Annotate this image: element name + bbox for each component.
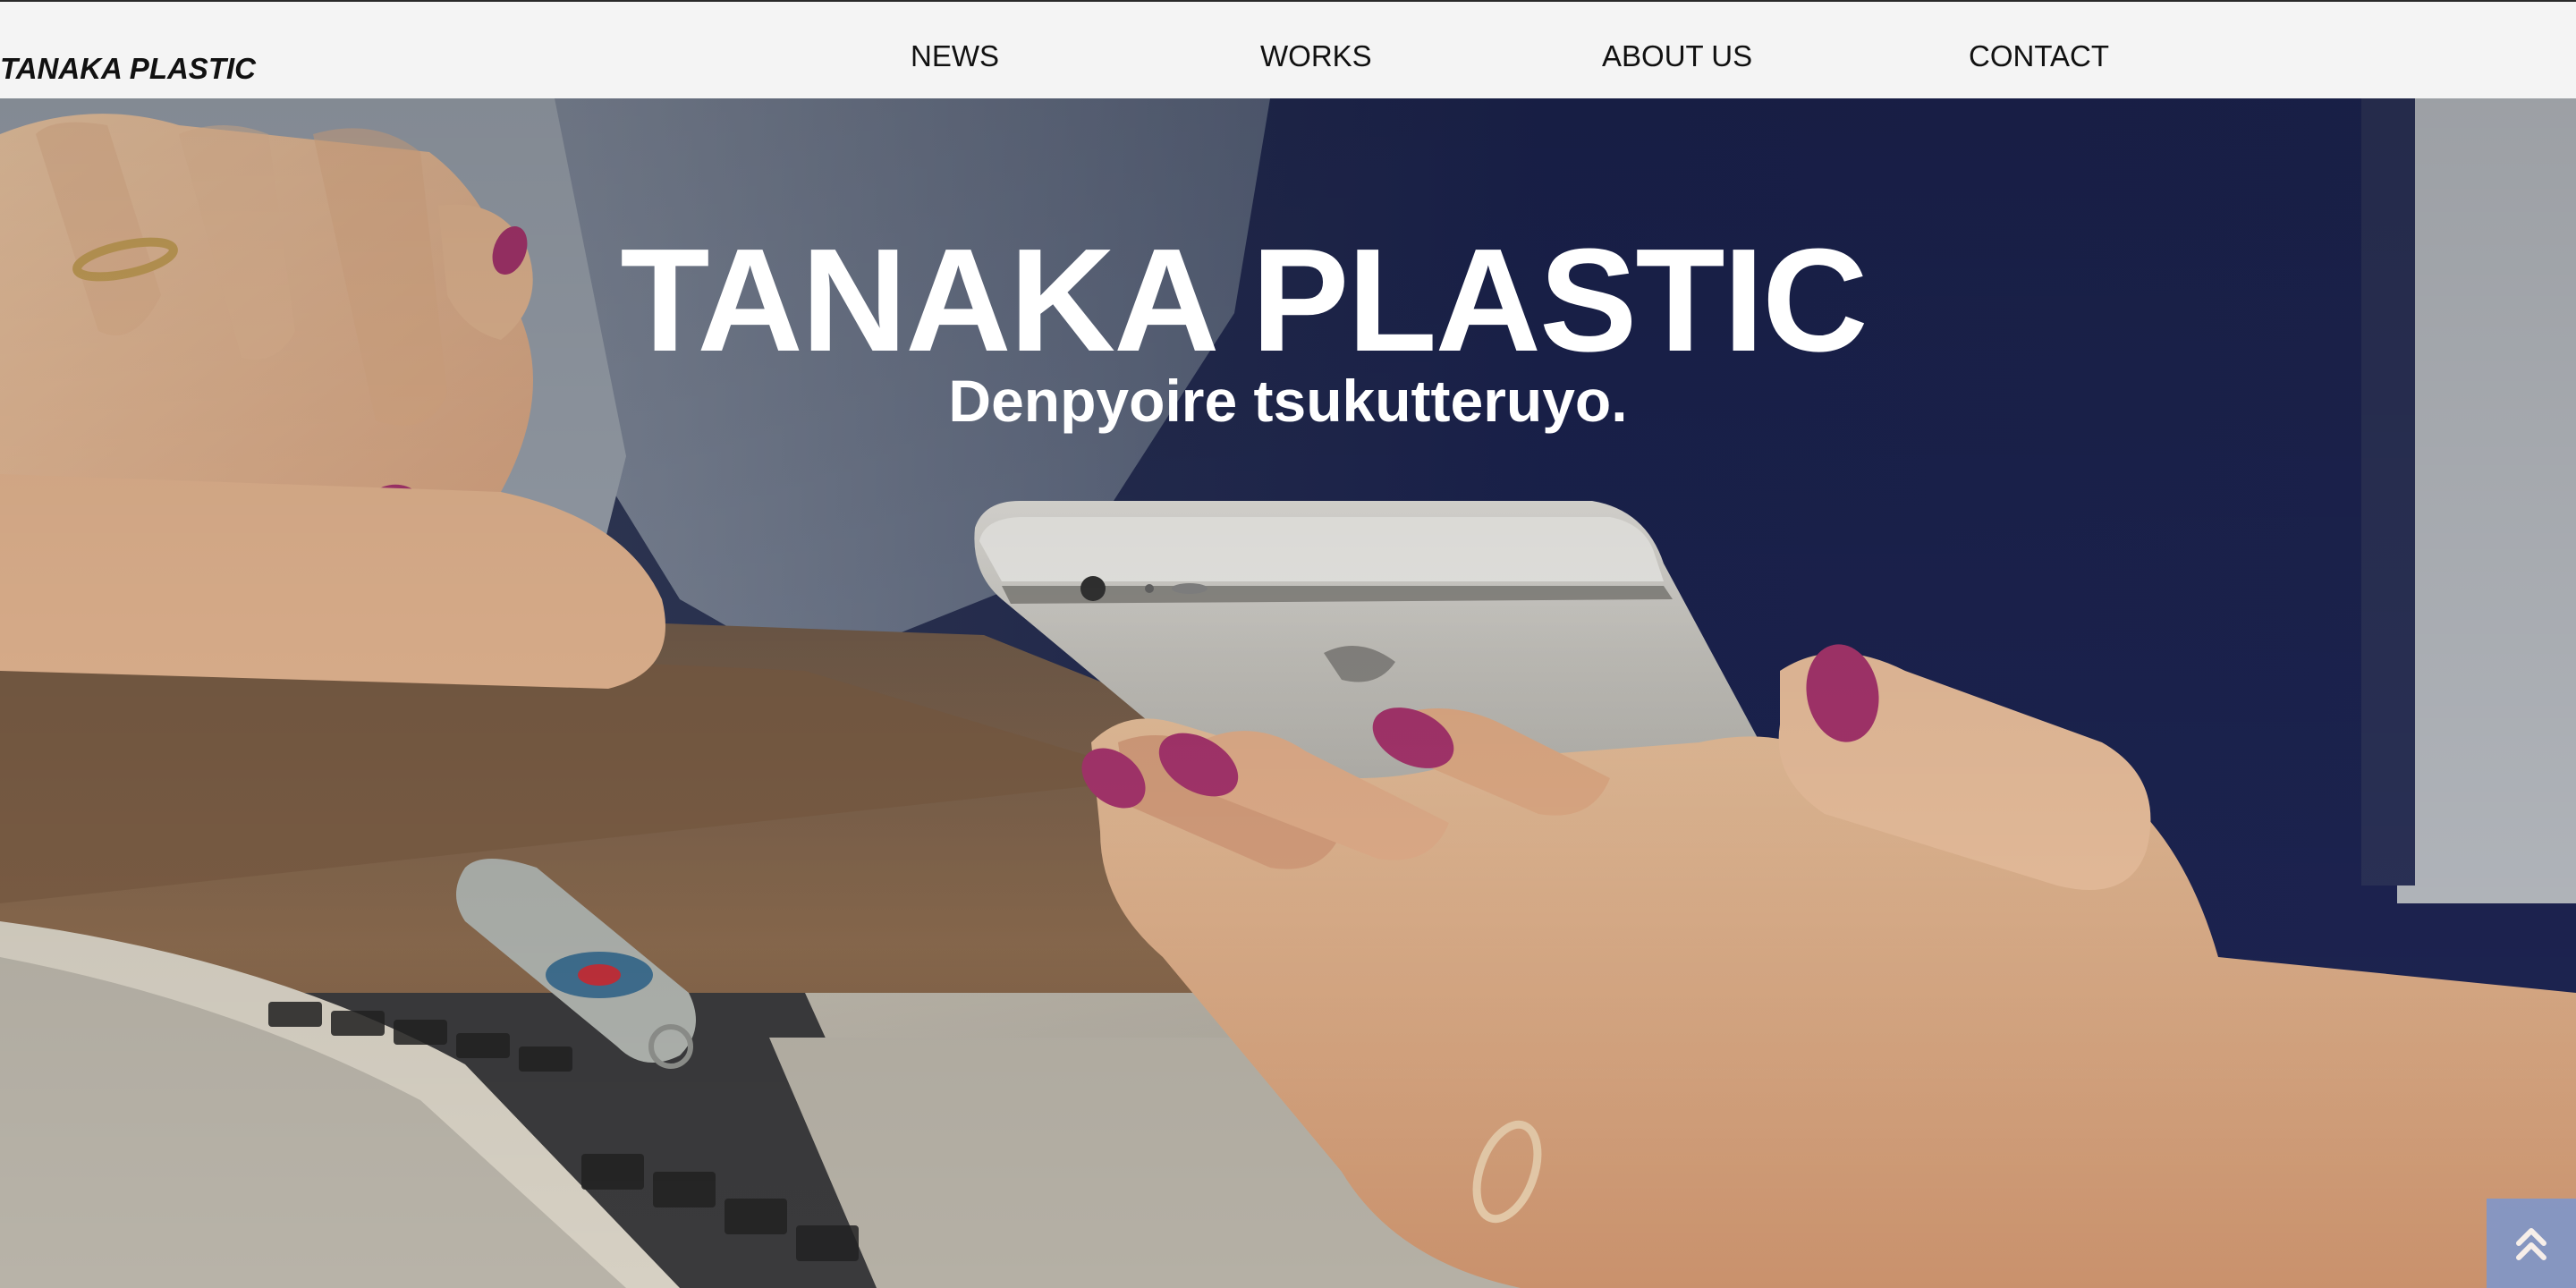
double-chevron-up-icon xyxy=(2516,1228,2546,1260)
nav-link-about-us[interactable]: ABOUT US xyxy=(1602,39,1752,73)
page: TANAKA PLASTIC NEWS WORKS ABOUT US CONTA… xyxy=(0,0,2576,1288)
hero-title: TANAKA PLASTIC xyxy=(620,217,1868,382)
nav-link-news[interactable]: NEWS xyxy=(911,39,999,73)
nav-link-works[interactable]: WORKS xyxy=(1260,39,1372,73)
nav-link-contact[interactable]: CONTACT xyxy=(1969,39,2109,73)
scroll-to-top-button[interactable] xyxy=(2487,1199,2576,1288)
site-header: TANAKA PLASTIC NEWS WORKS ABOUT US CONTA… xyxy=(0,0,2576,98)
hero-subtitle: Denpyoire tsukutteruyo. xyxy=(948,368,1628,434)
site-logo[interactable]: TANAKA PLASTIC xyxy=(0,52,256,86)
hero-section: TANAKA PLASTIC Denpyoire tsukutteruyo. xyxy=(0,98,2576,1288)
